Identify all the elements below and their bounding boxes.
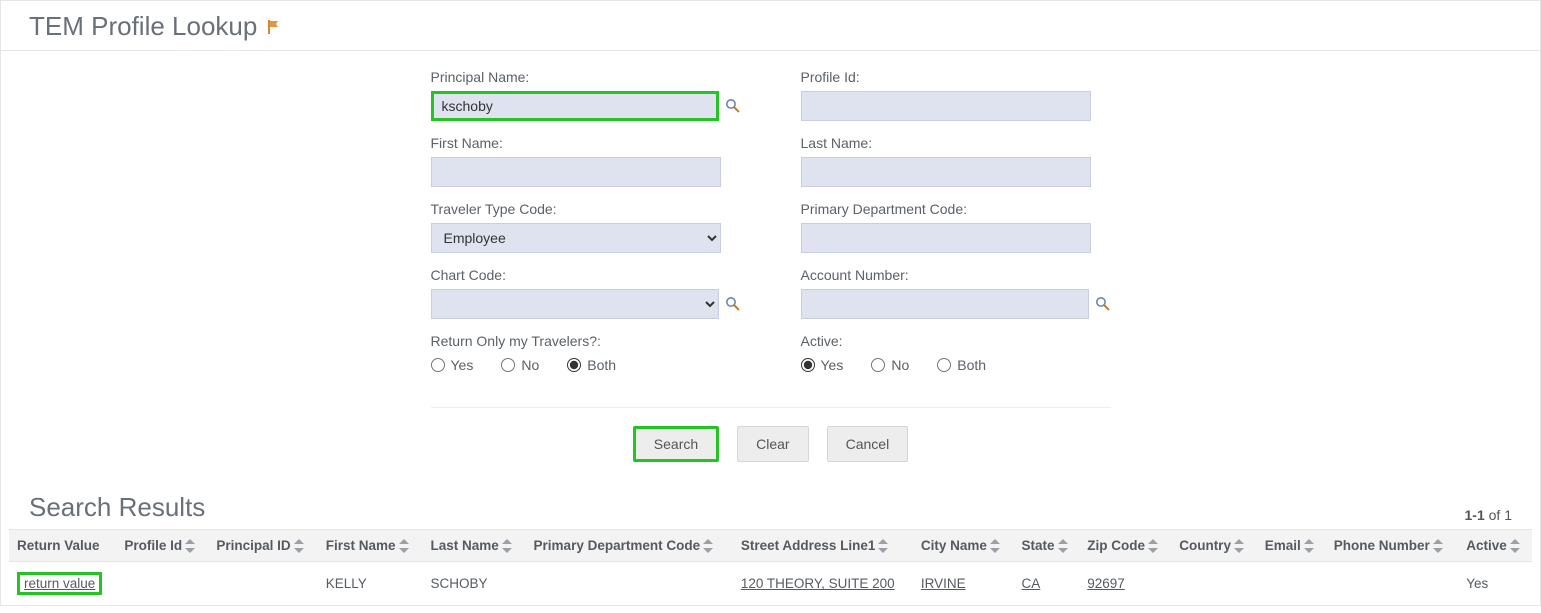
- city-link[interactable]: IRVINE: [921, 576, 966, 591]
- results-header: Search Results 1-1 of 1: [1, 478, 1540, 529]
- sort-icon[interactable]: [185, 539, 195, 553]
- cell-first-name: KELLY: [318, 562, 423, 606]
- table-row: return value KELLY SCHOBY 120 THEORY, SU…: [9, 562, 1532, 606]
- zip-link[interactable]: 92697: [1087, 576, 1125, 591]
- col-first-name[interactable]: First Name: [318, 530, 423, 562]
- col-city[interactable]: City Name: [913, 530, 1014, 562]
- col-last-name[interactable]: Last Name: [422, 530, 525, 562]
- action-buttons: Search Clear Cancel: [431, 407, 1111, 462]
- sort-icon[interactable]: [703, 539, 713, 553]
- cell-active: Yes: [1458, 562, 1532, 606]
- cell-email: [1257, 562, 1326, 606]
- magnifier-icon[interactable]: [725, 296, 741, 312]
- sort-icon[interactable]: [1433, 539, 1443, 553]
- sort-icon[interactable]: [294, 539, 304, 553]
- sort-icon[interactable]: [1304, 539, 1314, 553]
- return-value-link[interactable]: return value: [24, 576, 95, 591]
- principal-name-label: Principal Name:: [431, 69, 741, 85]
- cell-principal-id: [208, 562, 317, 606]
- help-flag-icon[interactable]: [265, 19, 281, 35]
- col-return-value[interactable]: Return Value: [9, 530, 116, 562]
- magnifier-icon[interactable]: [1095, 296, 1111, 312]
- col-primary-dept[interactable]: Primary Department Code: [526, 530, 733, 562]
- active-yes[interactable]: Yes: [801, 357, 844, 373]
- sort-icon[interactable]: [878, 539, 888, 553]
- cell-primary-dept: [526, 562, 733, 606]
- col-principal-id[interactable]: Principal ID: [208, 530, 317, 562]
- last-name-label: Last Name:: [801, 135, 1111, 151]
- street1-link[interactable]: 120 THEORY, SUITE 200: [741, 576, 895, 591]
- col-profile-id[interactable]: Profile Id: [116, 530, 208, 562]
- sort-icon[interactable]: [1148, 539, 1158, 553]
- cell-country: [1171, 562, 1257, 606]
- return-only-radio-group: Yes No Both: [431, 355, 741, 373]
- return-only-both[interactable]: Both: [567, 357, 616, 373]
- return-only-yes[interactable]: Yes: [431, 357, 474, 373]
- cancel-button[interactable]: Cancel: [827, 426, 909, 462]
- col-email[interactable]: Email: [1257, 530, 1326, 562]
- sort-icon[interactable]: [1234, 539, 1244, 553]
- account-number-input[interactable]: [801, 289, 1089, 319]
- col-active[interactable]: Active: [1458, 530, 1532, 562]
- page-title-bar: TEM Profile Lookup: [1, 1, 1540, 51]
- active-radio-group: Yes No Both: [801, 355, 1111, 373]
- cell-phone: [1326, 562, 1459, 606]
- page-title: TEM Profile Lookup: [29, 11, 257, 42]
- state-link[interactable]: CA: [1022, 576, 1041, 591]
- active-label: Active:: [801, 333, 1111, 349]
- sort-icon[interactable]: [1058, 539, 1068, 553]
- col-country[interactable]: Country: [1171, 530, 1257, 562]
- magnifier-icon[interactable]: [725, 98, 741, 114]
- chart-code-label: Chart Code:: [431, 267, 741, 283]
- search-button[interactable]: Search: [633, 426, 719, 462]
- lookup-panel: TEM Profile Lookup Principal Name:: [0, 0, 1541, 606]
- first-name-label: First Name:: [431, 135, 741, 151]
- last-name-input[interactable]: [801, 157, 1091, 187]
- traveler-type-label: Traveler Type Code:: [431, 201, 741, 217]
- account-number-label: Account Number:: [801, 267, 1111, 283]
- profile-id-input[interactable]: [801, 91, 1091, 121]
- results-title: Search Results: [29, 492, 205, 523]
- traveler-type-select[interactable]: Employee: [431, 223, 721, 253]
- cell-profile-id: [116, 562, 208, 606]
- sort-icon[interactable]: [1510, 539, 1520, 553]
- col-street1[interactable]: Street Address Line1: [733, 530, 913, 562]
- clear-button[interactable]: Clear: [737, 426, 808, 462]
- col-zip[interactable]: Zip Code: [1079, 530, 1171, 562]
- profile-id-label: Profile Id:: [801, 69, 1111, 85]
- col-phone[interactable]: Phone Number: [1326, 530, 1459, 562]
- active-no[interactable]: No: [871, 357, 909, 373]
- return-only-label: Return Only my Travelers?:: [431, 333, 741, 349]
- cell-last-name: SCHOBY: [422, 562, 525, 606]
- active-both[interactable]: Both: [937, 357, 986, 373]
- col-state[interactable]: State: [1014, 530, 1080, 562]
- primary-dept-label: Primary Department Code:: [801, 201, 1111, 217]
- return-only-no[interactable]: No: [501, 357, 539, 373]
- sort-icon[interactable]: [990, 539, 1000, 553]
- results-count: 1-1 of 1: [1465, 507, 1513, 523]
- primary-dept-input[interactable]: [801, 223, 1091, 253]
- principal-name-input[interactable]: [431, 91, 719, 121]
- sort-icon[interactable]: [502, 539, 512, 553]
- sort-icon[interactable]: [399, 539, 409, 553]
- search-form: Principal Name: First Name: Tra: [1, 51, 1540, 478]
- first-name-input[interactable]: [431, 157, 721, 187]
- chart-code-select[interactable]: [431, 289, 719, 319]
- results-table: Return Value Profile Id Principal ID Fir…: [9, 529, 1532, 605]
